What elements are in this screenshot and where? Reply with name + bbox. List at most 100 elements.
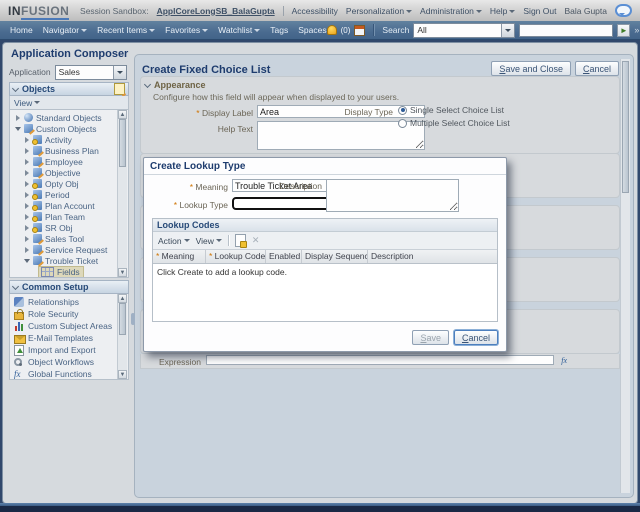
expand-icon[interactable] [23,137,31,143]
radio-single-select[interactable]: Single Select Choice List [398,105,504,115]
dropdown-button[interactable] [113,66,126,79]
collapse-icon[interactable] [23,259,31,263]
custom-object-icon [33,157,42,166]
nav-navigator[interactable]: Navigator [43,25,87,35]
nav-recent-items[interactable]: Recent Items [97,25,155,35]
sign-out-link[interactable]: Sign Out [523,6,556,16]
tree-item-opty-obj[interactable]: Opty Obj [10,178,128,189]
tree-item-plan-account[interactable]: Plan Account [10,200,128,211]
common-item-import-and-export[interactable]: Import and Export [10,344,128,356]
new-object-icon[interactable] [114,83,125,95]
collapse-icon[interactable] [144,80,151,87]
fx-icon[interactable]: fx [561,356,567,366]
scroll-thumb[interactable] [622,61,629,193]
expand-icon[interactable] [23,192,31,198]
nav-watchlist[interactable]: Watchlist [218,25,260,35]
search-input[interactable] [519,24,613,37]
tree-item-objective[interactable]: Objective [10,167,128,178]
common-item-global-functions[interactable]: fxGlobal Functions [10,368,128,380]
application-select[interactable]: Sales [55,65,127,80]
tree-item-service-request[interactable]: Service Request [10,244,128,255]
common-item-role-security[interactable]: Role Security [10,308,128,320]
help-menu[interactable]: Help [490,6,515,16]
scroll-thumb[interactable] [119,119,126,167]
nav-spaces[interactable]: Spaces [298,25,326,35]
expand-icon[interactable] [23,170,31,176]
dialog-cancel-button[interactable]: Cancel [454,330,498,345]
tree-item-activity[interactable]: Activity [10,134,128,145]
dialog-save-button[interactable]: Save [412,330,449,345]
tree-item-custom-objects[interactable]: Custom Objects [10,123,128,134]
tree-item-standard-objects[interactable]: Standard Objects [10,112,128,123]
collapse-icon[interactable] [14,127,22,131]
accessibility-link[interactable]: Accessibility [292,6,338,16]
collapse-icon[interactable] [12,282,19,289]
column-enabled[interactable]: Enabled [266,250,302,263]
dropdown-button[interactable] [501,24,514,37]
expand-icon[interactable] [23,225,31,231]
action-menu[interactable]: Action [158,236,190,246]
create-icon[interactable] [235,234,246,247]
save-and-close-button[interactable]: Save and Close [491,61,571,76]
nav-favorites[interactable]: Favorites [165,25,208,35]
common-scrollbar[interactable]: ▲ ▼ [117,294,127,379]
appearance-header[interactable]: Appearance [141,77,619,90]
scroll-up-icon[interactable]: ▲ [118,110,127,119]
tree-scrollbar[interactable]: ▲ ▼ [117,110,127,277]
cancel-button[interactable]: Cancel [575,61,619,76]
expand-icon[interactable] [23,181,31,187]
expand-icon[interactable] [23,203,31,209]
chat-icon[interactable] [615,4,632,17]
expand-icon[interactable] [23,247,31,253]
common-item-relationships[interactable]: Relationships [10,296,128,308]
tree-item-plan-team[interactable]: Plan Team [10,211,128,222]
expand-icon[interactable] [23,148,31,154]
tree-item-fields[interactable]: Fields [10,266,128,277]
search-scope-select[interactable]: All [413,23,515,38]
expand-icon[interactable] [14,115,22,121]
view-menu[interactable]: View [196,236,222,246]
common-item-email-templates[interactable]: E-Mail Templates [10,332,128,344]
delete-icon[interactable]: ✕ [252,235,260,246]
common-setup-accordion-header[interactable]: Common Setup [9,280,129,294]
calendar-icon[interactable] [354,25,365,36]
expand-icon[interactable] [23,236,31,242]
session-sandbox-link[interactable]: ApplCoreLongSB_BalaGupta [157,6,275,16]
tree-item-employee[interactable]: Employee [10,156,128,167]
notifications-bell-icon[interactable] [327,25,337,35]
scroll-down-icon[interactable]: ▼ [118,370,127,379]
radio-selected-icon[interactable] [398,106,407,115]
expand-icon[interactable] [23,214,31,220]
search-go-button[interactable]: ► [617,24,630,37]
common-item-custom-subject-areas[interactable]: Custom Subject Areas [10,320,128,332]
collapse-icon[interactable] [12,84,19,91]
scroll-up-icon[interactable]: ▲ [118,294,127,303]
expression-input[interactable] [206,355,554,365]
personalization-menu[interactable]: Personalization [346,6,412,16]
radio-multiple-select[interactable]: Multiple Select Choice List [398,118,510,128]
task-title: Create Fixed Choice List [142,64,270,76]
scroll-thumb[interactable] [119,303,126,335]
column-description[interactable]: Description [368,250,497,263]
tree-item-sr-obj[interactable]: SR Obj [10,222,128,233]
advanced-search-icon[interactable]: » [634,25,639,35]
tree-item-trouble-ticket[interactable]: Trouble Ticket [10,255,128,266]
column-meaning[interactable]: Meaning [153,250,206,263]
panel-splitter[interactable] [131,313,135,325]
description-input[interactable] [326,179,459,212]
column-display-sequence[interactable]: Display Sequence [302,250,368,263]
radio-unselected-icon[interactable] [398,119,407,128]
objects-accordion-header[interactable]: Objects [9,82,129,96]
administration-menu[interactable]: Administration [420,6,482,16]
nav-home[interactable]: Home [10,25,33,35]
main-scrollbar[interactable] [620,59,630,493]
tree-item-period[interactable]: Period [10,189,128,200]
tree-item-business-plan[interactable]: Business Plan [10,145,128,156]
expand-icon[interactable] [23,159,31,165]
tree-item-sales-tool[interactable]: Sales Tool [10,233,128,244]
scroll-down-icon[interactable]: ▼ [118,268,127,277]
column-lookup-code[interactable]: Lookup Code [206,250,266,263]
view-menu[interactable]: View [14,98,40,108]
nav-tags[interactable]: Tags [270,25,288,35]
common-item-object-workflows[interactable]: Object Workflows [10,356,128,368]
